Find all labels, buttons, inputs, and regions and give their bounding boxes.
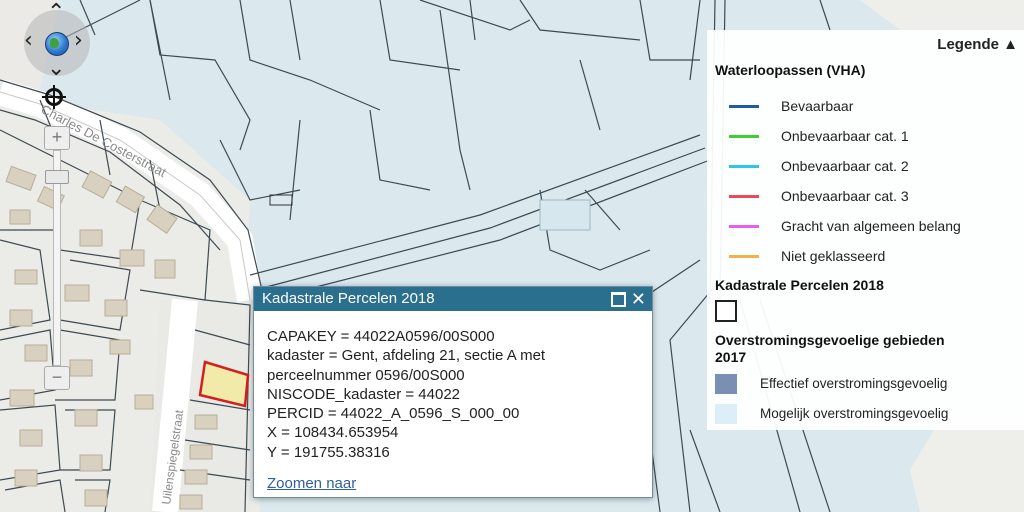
legend-item-label: Mogelijk overstromingsgevoelig xyxy=(760,406,949,421)
legend-item-label: Effectief overstromingsgevoelig xyxy=(760,376,948,391)
line-swatch xyxy=(729,255,759,258)
legend-item: Onbevaarbaar cat. 3 xyxy=(707,186,1017,208)
legend-item: Gracht van algemeen belang xyxy=(707,216,1017,238)
legend-item: Mogelijk overstromingsgevoelig xyxy=(715,404,1015,426)
popup-header: Kadastrale Percelen 2018 ✕ xyxy=(254,287,652,311)
legend-item: Onbevaarbaar cat. 2 xyxy=(707,156,1017,178)
pan-left-icon[interactable]: ‹ xyxy=(24,30,33,52)
attribute-line: Y = 191755.38316 xyxy=(267,443,390,461)
legend-toggle[interactable]: Legende ▲ xyxy=(937,36,1018,53)
zoom-slider: + − xyxy=(44,126,70,396)
attribute-line: PERCID = 44022_A_0596_S_000_00 xyxy=(267,405,520,423)
line-swatch xyxy=(729,165,759,168)
line-swatch xyxy=(729,135,759,138)
legend-item: Bevaarbaar xyxy=(707,96,1017,118)
popup-title: Kadastrale Percelen 2018 xyxy=(262,290,435,307)
zoom-in-button[interactable]: + xyxy=(44,126,70,150)
attribute-line: NISCODE_kadaster = 44022 xyxy=(267,385,461,403)
attribute-line: X = 108434.653954 xyxy=(267,424,399,442)
pan-control: ⌃ ⌄ ‹ › xyxy=(22,2,94,96)
globe-icon[interactable] xyxy=(45,32,69,56)
popup-body: CAPAKEY = 44022A0596/00S000 kadaster = G… xyxy=(254,311,652,462)
close-icon[interactable]: ✕ xyxy=(631,287,646,311)
legend-item: Effectief overstromingsgevoelig xyxy=(715,374,1015,396)
legend-section-overstroming-line2: 2017 xyxy=(715,349,747,365)
zoom-to-link[interactable]: Zoomen naar xyxy=(267,475,356,492)
legend-item-label: Bevaarbaar xyxy=(781,98,854,114)
zoom-out-button[interactable]: − xyxy=(44,366,70,390)
legend-panel: Legende ▲ Waterloopassen (VHA) Bevaarbaa… xyxy=(707,30,1024,430)
fill-swatch xyxy=(715,404,737,424)
legend-section-overstroming-line1: Overstromingsgevoelige gebieden xyxy=(715,332,945,348)
pan-down-icon[interactable]: ⌄ xyxy=(47,58,65,80)
legend-item-label: Onbevaarbaar cat. 2 xyxy=(781,158,909,174)
locate-icon[interactable] xyxy=(42,85,66,109)
pan-up-icon[interactable]: ⌃ xyxy=(47,2,65,24)
legend-item-label: Onbevaarbaar cat. 3 xyxy=(781,188,909,204)
attribute-line: CAPAKEY = 44022A0596/00S000 xyxy=(267,328,495,345)
attribute-line: kadaster = Gent, afdeling 21, sectie A m… xyxy=(267,347,546,365)
legend-item-label: Gracht van algemeen belang xyxy=(781,218,961,234)
zoom-thumb[interactable] xyxy=(45,170,69,184)
parcel-symbol xyxy=(715,300,737,322)
legend-item: Niet geklasseerd xyxy=(707,246,1017,268)
line-swatch xyxy=(729,105,759,108)
legend-section-kadaster: Kadastrale Percelen 2018 xyxy=(715,277,884,293)
legend-item-label: Onbevaarbaar cat. 1 xyxy=(781,128,909,144)
legend-section-waterloop: Waterloopassen (VHA) xyxy=(715,62,866,78)
pan-right-icon[interactable]: › xyxy=(74,30,83,52)
line-swatch xyxy=(729,225,759,228)
legend-item-label: Niet geklasseerd xyxy=(781,248,886,264)
legend-item: Onbevaarbaar cat. 1 xyxy=(707,126,1017,148)
fill-swatch xyxy=(715,374,737,394)
attribute-line: perceelnummer 0596/00S000 xyxy=(267,366,465,384)
feature-popup: Kadastrale Percelen 2018 ✕ CAPAKEY = 440… xyxy=(253,286,653,498)
maximize-icon[interactable] xyxy=(611,292,626,307)
line-swatch xyxy=(729,195,759,198)
